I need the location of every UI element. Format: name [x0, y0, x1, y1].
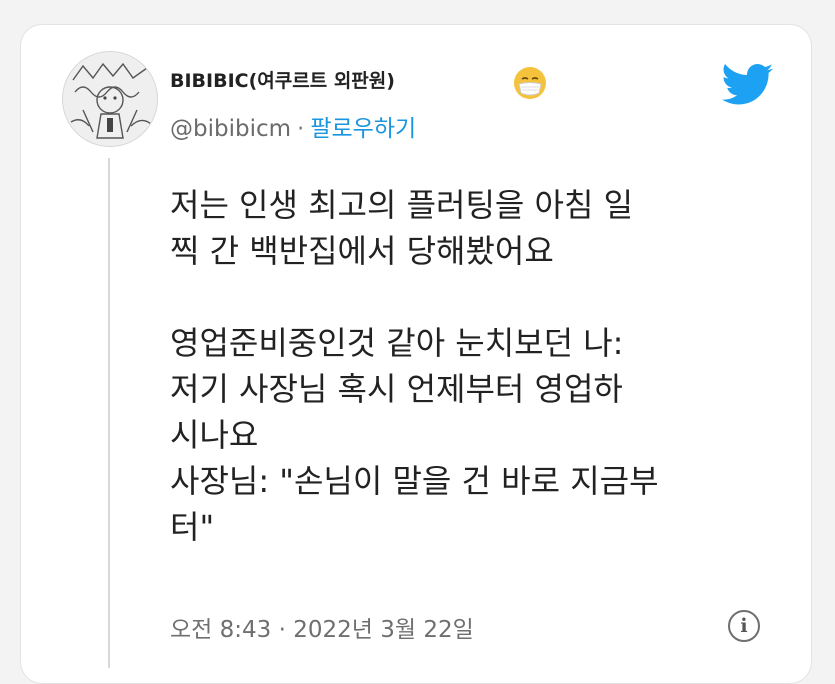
- tweet-timestamp[interactable]: 오전 8:43 · 2022년 3월 22일: [170, 610, 474, 644]
- separator-dot: ·: [297, 116, 305, 142]
- info-icon[interactable]: i: [728, 610, 760, 642]
- twitter-bird-icon[interactable]: [722, 63, 774, 107]
- follow-link[interactable]: 팔로우하기: [310, 116, 416, 142]
- avatar-drawing: [63, 52, 157, 146]
- tweet-text: 저는 인생 최고의 플러팅을 아침 일 찍 간 백반집에서 당해봤어요 영업준비…: [170, 186, 659, 546]
- user-handle[interactable]: @bibibicm: [170, 116, 291, 142]
- avatar[interactable]: [62, 51, 158, 147]
- thread-line: [108, 158, 110, 668]
- mask-face-emoji-icon: [514, 67, 546, 99]
- display-name[interactable]: BIBIBIC(여쿠르트 외판원): [170, 66, 395, 93]
- handle-row: @bibibicm · 팔로우하기: [170, 109, 416, 143]
